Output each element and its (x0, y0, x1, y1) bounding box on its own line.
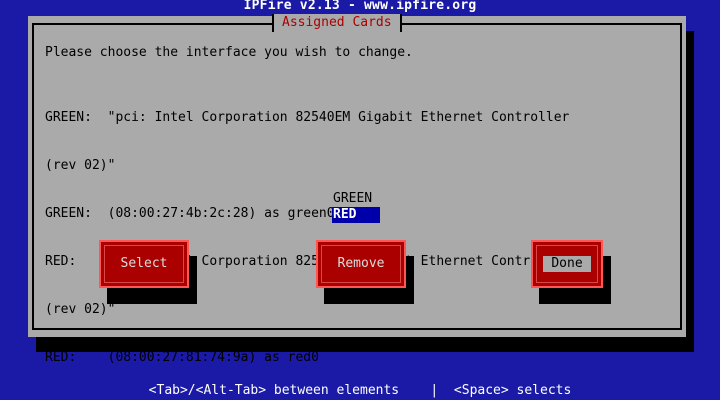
screen-title: IPFire v2.13 - www.ipfire.org (243, 0, 477, 13)
done-button-wrapper: Done (531, 240, 611, 304)
remove-button[interactable]: Remove (316, 240, 406, 288)
interface-info-line: RED: (08:00:27:81:74:9a) as red0 (45, 350, 319, 365)
list-item-red[interactable]: RED (332, 207, 380, 223)
interface-info-line: GREEN: "pci: Intel Corporation 82540EM G… (45, 110, 570, 125)
assigned-cards-dialog: Assigned Cards Please choose the interfa… (28, 14, 686, 365)
select-button-wrapper: Select (99, 240, 197, 304)
list-item-green[interactable]: GREEN (332, 191, 380, 207)
scroll-indicator (680, 32, 685, 42)
interface-list[interactable]: GREEN RED (332, 191, 380, 223)
select-button-label: Select (120, 256, 168, 271)
done-button[interactable]: Done (531, 240, 603, 288)
dialog-title: Assigned Cards (272, 14, 402, 32)
select-button[interactable]: Select (99, 240, 189, 288)
remove-button-wrapper: Remove (316, 240, 414, 304)
interface-info-line: (rev 02)" (45, 302, 116, 317)
done-button-label: Done (543, 256, 591, 272)
dialog-prompt: Please choose the interface you wish to … (45, 45, 413, 60)
interface-info-line: (rev 02)" (45, 158, 116, 173)
help-bar: <Tab>/<Alt-Tab> between elements | <Spac… (148, 383, 572, 398)
remove-button-label: Remove (337, 256, 385, 271)
interface-info: GREEN: "pci: Intel Corporation 82540EM G… (45, 78, 665, 398)
